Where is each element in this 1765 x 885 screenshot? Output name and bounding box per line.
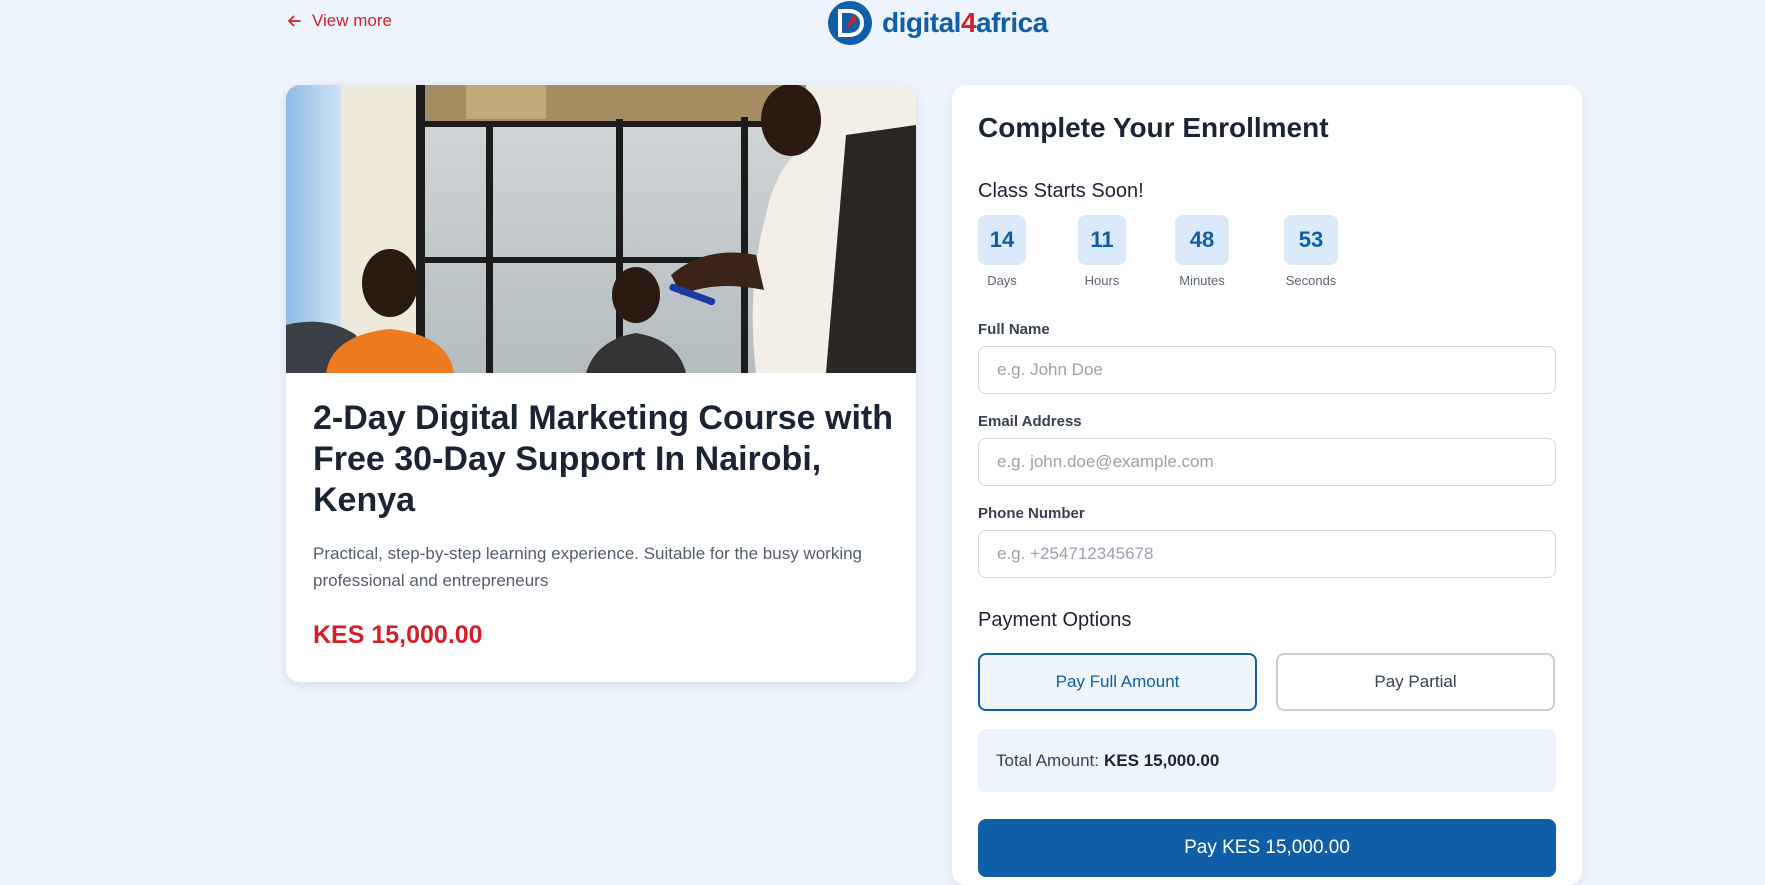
course-title: 2-Day Digital Marketing Course with Free… <box>313 399 893 519</box>
countdown-minutes: 48 Minutes <box>1175 215 1229 288</box>
logo-word-part-2: 4 <box>960 7 977 38</box>
countdown-seconds-label: Seconds <box>1285 273 1337 288</box>
total-amount-value: KES 15,000.00 <box>1104 750 1220 770</box>
view-more-link[interactable]: View more <box>286 11 392 31</box>
countdown-timer: 14 Days 11 Hours 48 Minutes 53 Seconds <box>978 215 1378 295</box>
countdown-hours-label: Hours <box>1084 273 1120 288</box>
top-bar: View more digital4africa <box>0 0 1765 50</box>
countdown-days-value: 14 <box>978 215 1026 265</box>
countdown-heading: Class Starts Soon! <box>978 180 1144 202</box>
logo-word-part-1: digital <box>882 7 961 38</box>
countdown-seconds: 53 Seconds <box>1284 215 1338 288</box>
course-card: 2-Day Digital Marketing Course with Free… <box>286 85 916 682</box>
phone-label: Phone Number <box>978 505 1085 522</box>
brand-logo[interactable]: digital4africa <box>826 0 1048 46</box>
logo-mark-icon <box>828 1 872 45</box>
phone-input[interactable] <box>978 530 1556 578</box>
course-photo <box>286 85 916 373</box>
countdown-hours-value: 11 <box>1078 215 1126 265</box>
pay-partial-option[interactable]: Pay Partial <box>1276 653 1555 711</box>
pay-button[interactable]: Pay KES 15,000.00 <box>978 819 1556 877</box>
countdown-hours: 11 Hours <box>1078 215 1126 288</box>
countdown-minutes-value: 48 <box>1175 215 1229 265</box>
total-amount-label: Total Amount: <box>996 750 1100 770</box>
total-amount-box: Total Amount: KES 15,000.00 <box>978 729 1556 792</box>
enrollment-card: Complete Your Enrollment Class Starts So… <box>952 85 1582 885</box>
email-input[interactable] <box>978 438 1556 486</box>
logo-wordmark: digital4africa <box>882 7 1048 39</box>
logo-word-part-3: africa <box>976 7 1048 38</box>
full-name-label: Full Name <box>978 321 1050 338</box>
email-label: Email Address <box>978 413 1082 430</box>
countdown-days: 14 Days <box>978 215 1026 288</box>
course-description: Practical, step-by-step learning experie… <box>313 544 863 590</box>
enrollment-title: Complete Your Enrollment <box>978 112 1329 143</box>
payment-options-heading: Payment Options <box>978 609 1132 631</box>
countdown-minutes-label: Minutes <box>1179 273 1225 288</box>
pay-full-amount-option[interactable]: Pay Full Amount <box>978 653 1257 711</box>
arrow-left-icon <box>288 15 301 27</box>
view-more-label: View more <box>312 11 392 30</box>
countdown-seconds-value: 53 <box>1284 215 1338 265</box>
course-price: KES 15,000.00 <box>313 621 483 649</box>
full-name-input[interactable] <box>978 346 1556 394</box>
countdown-days-label: Days <box>987 273 1017 288</box>
